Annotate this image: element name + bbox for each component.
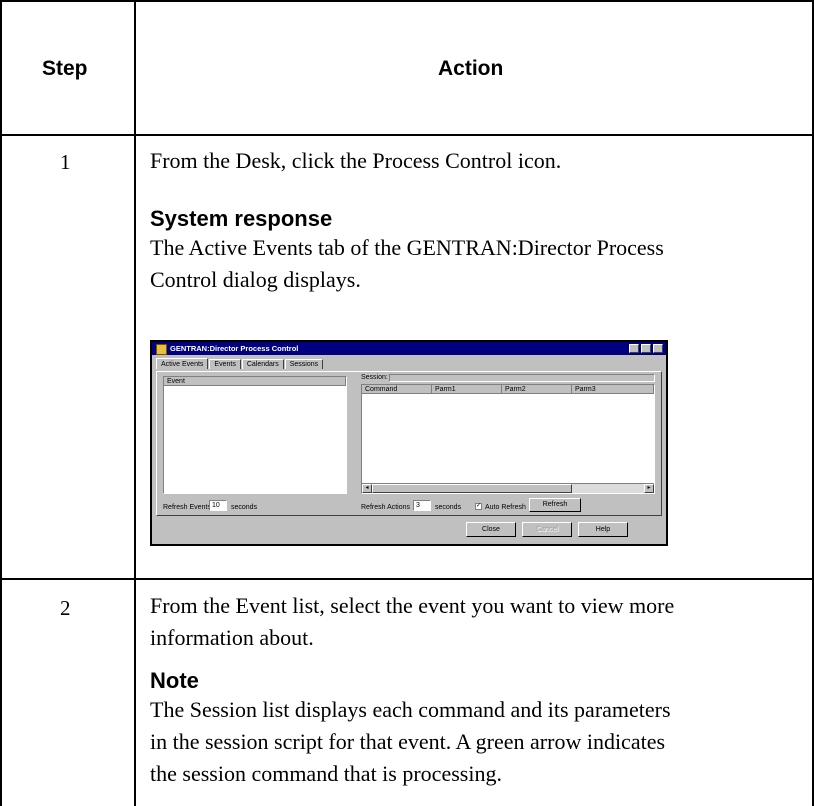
dialog-tabs: Active Events Events Calendars Sessions [156,358,324,369]
step1-response-line1: The Active Events tab of the GENTRAN:Dir… [150,235,664,260]
event-column-header[interactable]: Event [164,377,346,386]
header-action: Action [438,57,504,80]
step1-subhead: System response [150,206,333,231]
tab-events[interactable]: Events [209,359,241,369]
refresh-actions-input[interactable]: 3 [413,500,431,511]
step2-action-line1: From the Event list, select the event yo… [150,593,675,618]
session-field [389,374,655,382]
scroll-left-icon[interactable]: ◂ [362,484,372,493]
session-column-parm3[interactable]: Parm3 [572,385,654,394]
row-separator [0,578,814,580]
step1-action-text: From the Desk, click the Process Control… [150,148,562,173]
column-separator [134,0,136,806]
tab-calendars[interactable]: Calendars [241,359,284,369]
tab-panel: Event Session: Command Parm1 Parm2 Parm3… [156,371,662,516]
minimize-icon[interactable] [629,344,639,353]
session-label: Session: [361,374,388,381]
cancel-button[interactable]: Cancel [522,522,572,537]
close-icon[interactable] [653,344,663,353]
event-list[interactable]: Event [163,376,347,494]
tab-sessions[interactable]: Sessions [284,359,324,369]
auto-refresh-label: Auto Refresh [485,504,526,511]
step2-subhead: Note [150,668,199,693]
dialog-title: GENTRAN:Director Process Control [170,344,299,353]
session-column-parm1[interactable]: Parm1 [432,385,502,394]
process-control-dialog-screenshot: GENTRAN:Director Process Control Active … [150,340,668,546]
step2-note-line1: The Session list displays each command a… [150,697,671,722]
step1-response-line2: Control dialog displays. [150,267,361,292]
refresh-events-input[interactable]: 10 [209,500,227,511]
tab-active-events[interactable]: Active Events [156,358,209,369]
header-step: Step [42,57,88,80]
table-left-border [0,0,2,806]
refresh-events-label: Refresh Events [163,504,211,511]
table-top-border [0,0,814,2]
help-button[interactable]: Help [578,522,628,537]
cancel-button-label: Cancel [536,526,558,533]
session-horizontal-scrollbar[interactable]: ◂ ▸ [362,483,654,493]
step-number-1: 1 [60,150,71,174]
app-icon [156,344,167,355]
dialog-title-bar: GENTRAN:Director Process Control [152,342,666,355]
step2-note-line3: the session command that is processing. [150,761,502,786]
session-column-command[interactable]: Command [362,385,432,394]
step2-action-line2: information about. [150,625,314,650]
step2-note-line2: in the session script for that event. A … [150,729,666,754]
close-button[interactable]: Close [466,522,516,537]
auto-refresh-checkbox[interactable]: ✓ [475,503,482,510]
refresh-button[interactable]: Refresh [529,498,581,512]
header-separator [0,134,814,136]
session-column-parm2[interactable]: Parm2 [502,385,572,394]
scroll-right-icon[interactable]: ▸ [644,484,654,493]
scroll-thumb[interactable] [372,484,572,493]
refresh-actions-label: Refresh Actions [361,504,411,511]
refresh-events-units: seconds [231,504,258,511]
session-list[interactable]: Command Parm1 Parm2 Parm3 ◂ ▸ [361,384,655,494]
maximize-icon[interactable] [641,344,651,353]
refresh-actions-units: seconds [435,504,462,511]
step-number-2: 2 [60,596,71,620]
